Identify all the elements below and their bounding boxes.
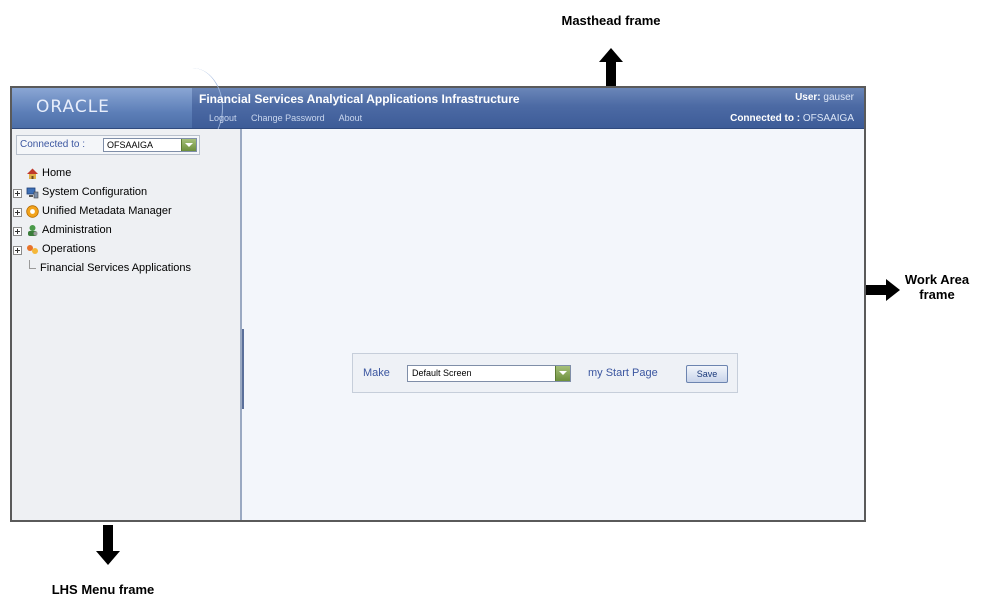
arrow-up-icon — [599, 48, 623, 88]
masthead-frame-callout: Masthead frame — [536, 13, 686, 28]
expand-icon[interactable] — [13, 246, 22, 255]
make-label: Make — [363, 367, 390, 379]
menu-tree: Home System Configuration Unified Metada… — [12, 165, 240, 279]
system-configuration-icon — [26, 187, 39, 199]
chevron-down-icon[interactable] — [555, 366, 570, 381]
administration-icon — [28, 225, 38, 236]
home-icon — [27, 168, 38, 179]
tree-item-administration[interactable]: Administration — [12, 222, 240, 241]
tree-item-system-configuration[interactable]: System Configuration — [12, 184, 240, 203]
tree-item-label: Unified Metadata Manager — [42, 205, 172, 217]
frame-resize-handle[interactable] — [242, 329, 244, 409]
tree-item-label: Operations — [42, 243, 96, 255]
lhs-menu-frame: Connected to : OFSAAIGA Home System Conf… — [12, 129, 242, 520]
masthead-links: Logout Change Password About — [209, 113, 374, 123]
arrow-down-icon — [96, 525, 120, 565]
work-area-frame-callout: Work Area frame — [900, 272, 974, 302]
masthead-frame-label: Masthead frame — [561, 13, 661, 28]
tree-item-label: Financial Services Applications — [40, 262, 192, 274]
connected-label: Connected to : — [730, 113, 801, 124]
tree-item-label: System Configuration — [42, 186, 148, 198]
connected-value: OFSAAIGA — [802, 113, 854, 124]
start-screen-select[interactable]: Default Screen — [407, 365, 571, 382]
start-page-panel: Make Default Screen my Start Page Save — [352, 353, 738, 393]
about-link[interactable]: About — [339, 113, 363, 123]
save-button[interactable]: Save — [686, 365, 728, 383]
lhs-menu-frame-callout: LHS Menu frame — [28, 582, 178, 597]
arrow-right-icon — [866, 279, 900, 301]
operations-icon — [27, 245, 38, 254]
tree-item-label: Administration — [42, 224, 112, 236]
user-value: gauser — [823, 92, 854, 103]
logout-link[interactable]: Logout — [209, 113, 237, 123]
metadata-manager-icon — [26, 205, 39, 218]
start-screen-select-value: Default Screen — [412, 368, 472, 378]
user-info: User: gauser — [795, 92, 854, 103]
connection-label: Connected to : — [20, 139, 86, 150]
lhs-menu-frame-label: LHS Menu frame — [51, 582, 155, 597]
masthead: ORACLE Financial Services Analytical App… — [12, 68, 864, 148]
expand-icon[interactable] — [13, 189, 22, 198]
tree-item-label: Home — [42, 167, 72, 179]
tree-connector-line — [29, 260, 36, 269]
connection-select-value: OFSAAIGA — [107, 140, 154, 150]
change-password-link[interactable]: Change Password — [251, 113, 325, 123]
start-page-label: my Start Page — [588, 367, 658, 379]
app-title: Financial Services Analytical Applicatio… — [199, 92, 520, 106]
application-window: ORACLE Financial Services Analytical App… — [10, 68, 866, 522]
connection-select[interactable]: OFSAAIGA — [103, 138, 197, 152]
oracle-logo: ORACLE — [36, 97, 110, 117]
tree-item-financial-services-applications[interactable]: Financial Services Applications — [12, 260, 240, 279]
connection-selector-box: Connected to : OFSAAIGA — [16, 135, 200, 155]
work-area-frame-label: Work Area — [904, 272, 970, 287]
tree-item-unified-metadata-manager[interactable]: Unified Metadata Manager — [12, 203, 240, 222]
tree-item-home[interactable]: Home — [12, 165, 240, 184]
work-area-frame: Make Default Screen my Start Page Save — [242, 129, 864, 520]
chevron-down-icon[interactable] — [181, 139, 196, 151]
masthead-connection-info: Connected to : OFSAAIGA — [730, 113, 854, 124]
user-label: User: — [795, 92, 821, 103]
expand-icon[interactable] — [13, 208, 22, 217]
work-area-frame-label-2: frame — [919, 287, 955, 302]
tree-item-operations[interactable]: Operations — [12, 241, 240, 260]
expand-icon[interactable] — [13, 227, 22, 236]
